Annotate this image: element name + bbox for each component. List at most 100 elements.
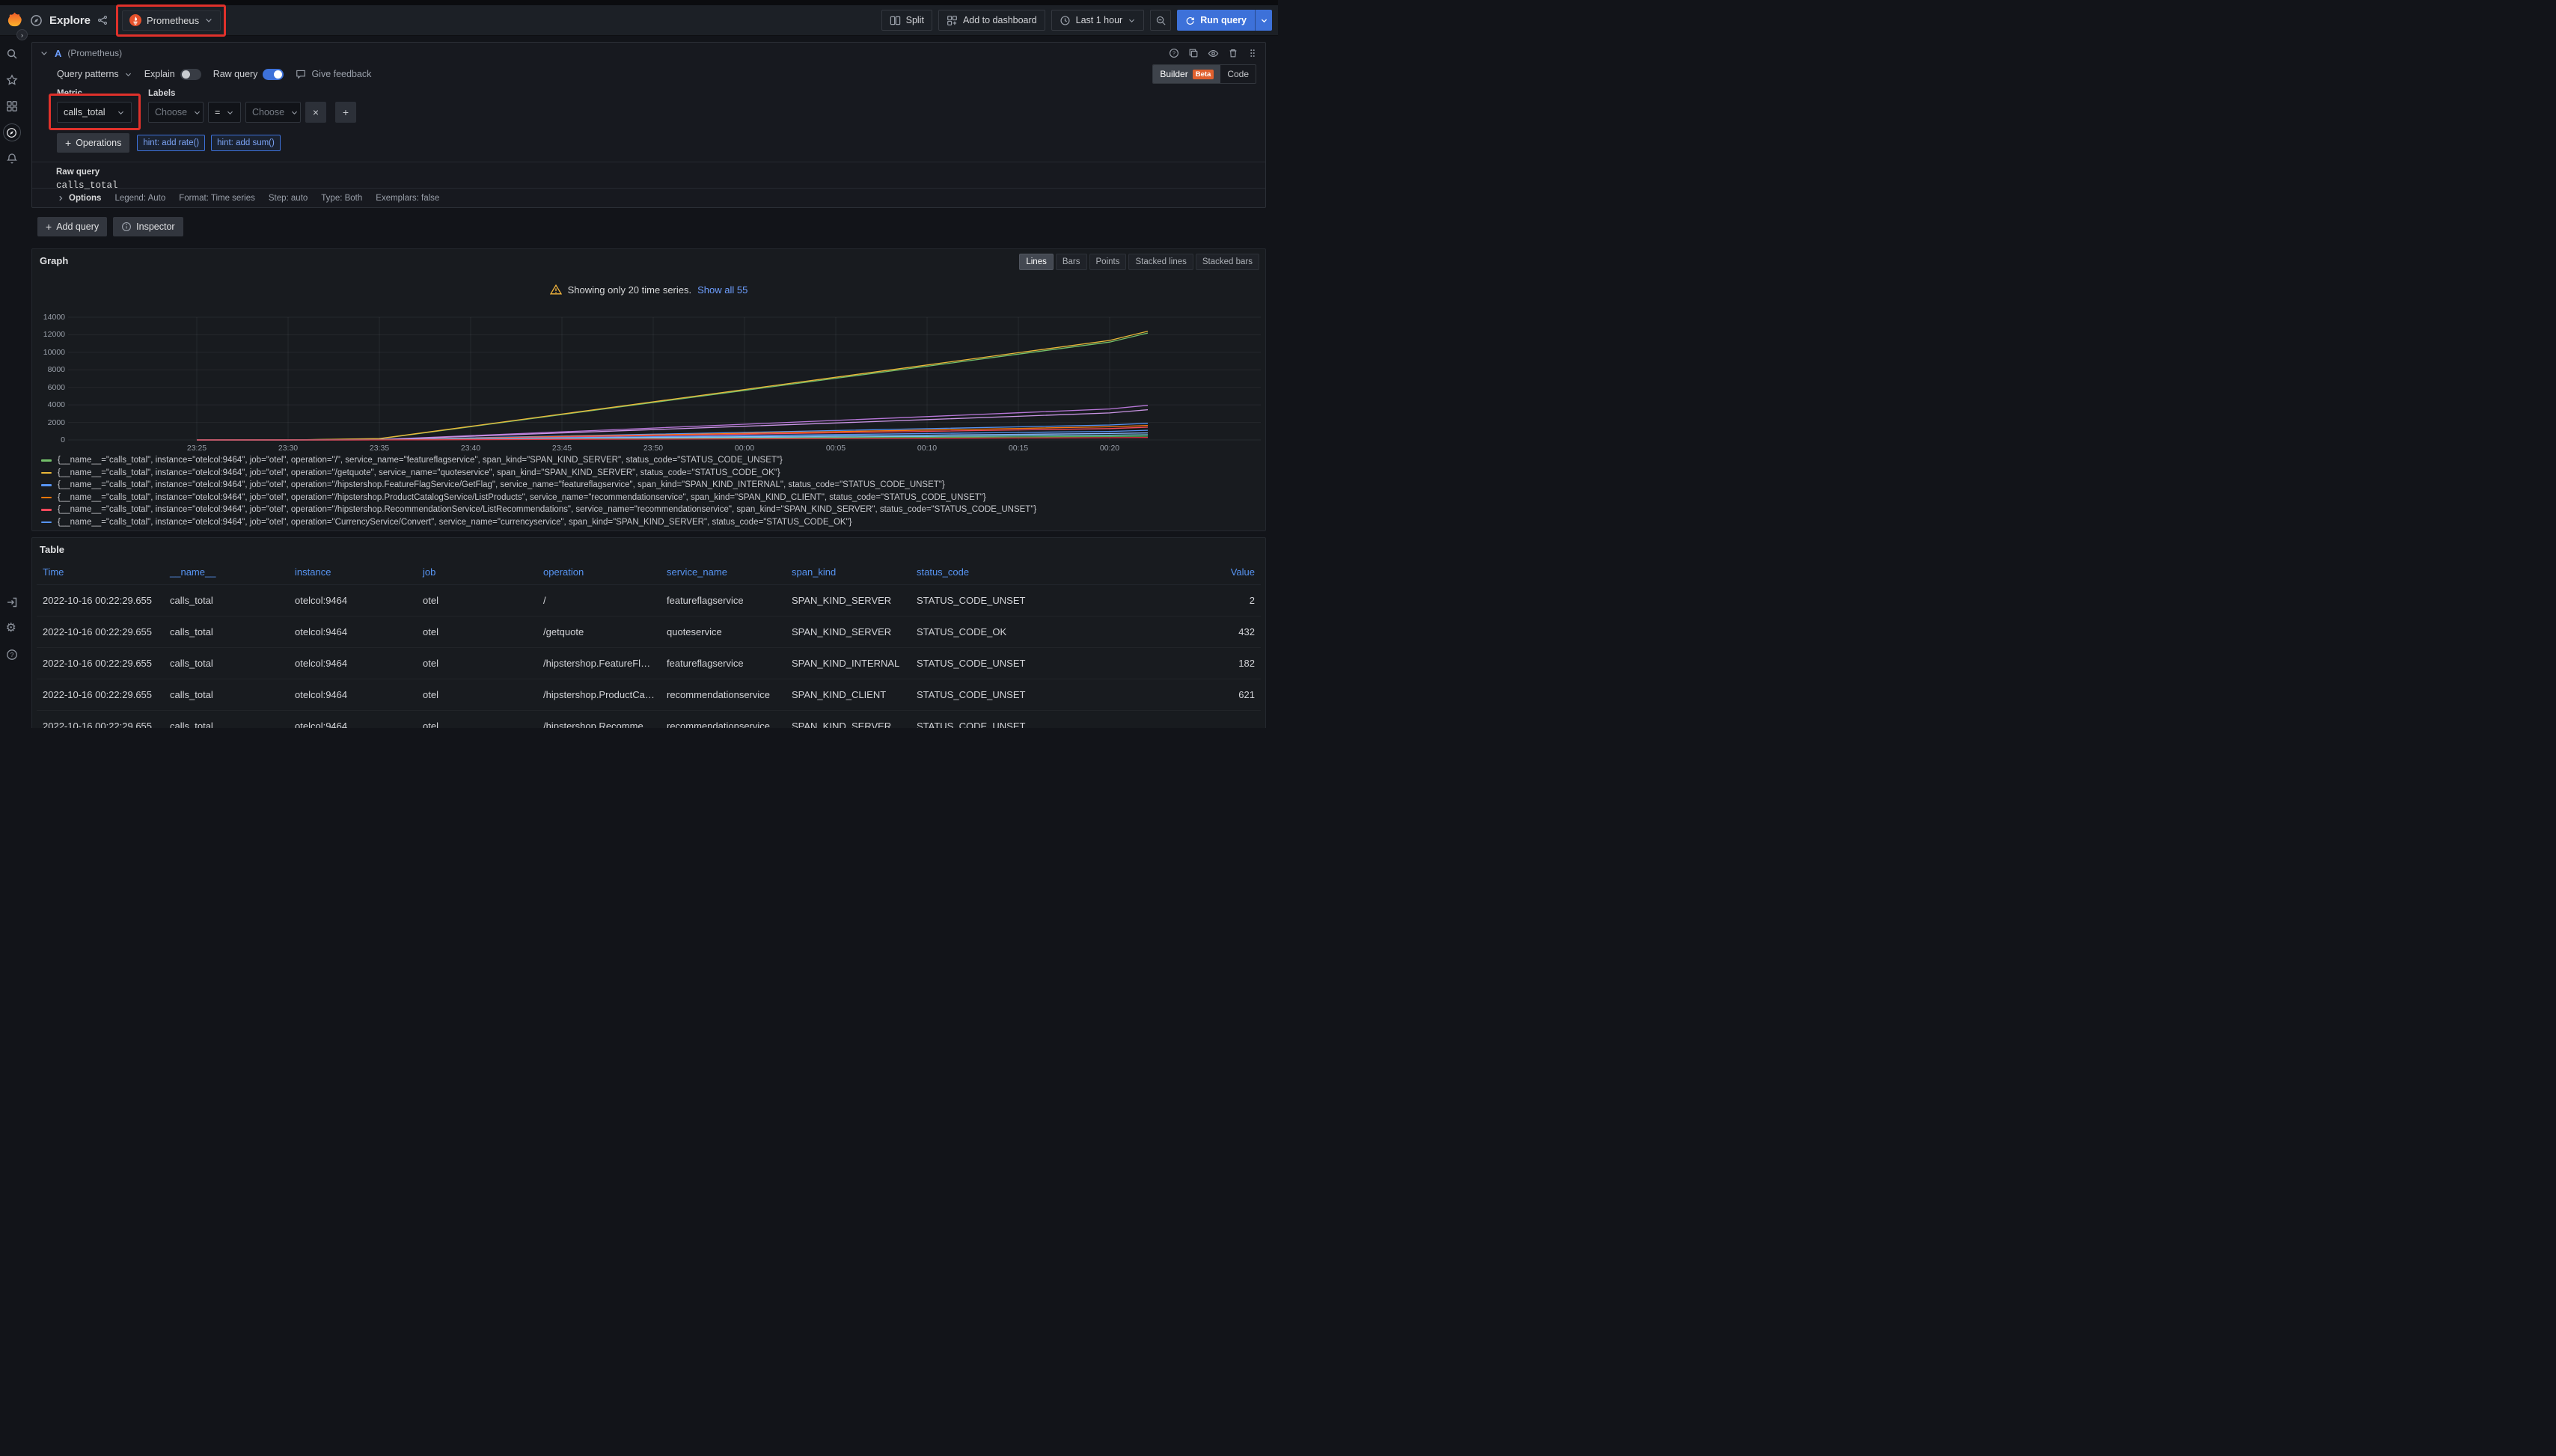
column-header-value[interactable]: Value: [1039, 560, 1261, 584]
table-cell: STATUS_CODE_UNSET: [911, 679, 1039, 710]
time-range-picker[interactable]: Last 1 hour: [1051, 10, 1145, 31]
y-tick-label: 10000: [32, 347, 65, 358]
legend-item[interactable]: {__name__="calls_total", instance="otelc…: [41, 467, 1259, 480]
query-patterns-label: Query patterns: [57, 69, 119, 79]
legend-series-label: {__name__="calls_total", instance="otelc…: [58, 505, 1036, 514]
raw-query-toggle[interactable]: [263, 69, 284, 80]
series-limit-warning: Showing only 20 time series. Show all 55: [32, 284, 1265, 296]
table-cell: 2022-10-16 00:22:29.655: [37, 679, 164, 710]
query-help-icon[interactable]: ?: [1169, 48, 1179, 58]
x-tick-label: 23:35: [357, 444, 402, 453]
table-panel-title: Table: [40, 544, 64, 555]
add-query-button[interactable]: + Add query: [37, 217, 107, 236]
graph-mode-points[interactable]: Points: [1089, 254, 1127, 270]
label-key-select[interactable]: Choose: [148, 102, 204, 123]
chevron-down-icon: [226, 108, 234, 117]
apps-icon[interactable]: [6, 100, 18, 112]
column-header-operation[interactable]: operation: [537, 560, 661, 584]
label-value-select[interactable]: Choose: [245, 102, 301, 123]
query-row-header[interactable]: A (Prometheus) ?: [32, 43, 1265, 64]
legend-item[interactable]: {__name__="calls_total", instance="otelc…: [41, 516, 1259, 529]
column-header-time[interactable]: Time: [37, 560, 164, 584]
datasource-picker[interactable]: Prometheus: [122, 10, 221, 31]
table-row: 2022-10-16 00:22:29.655calls_totalotelco…: [37, 584, 1261, 616]
left-sidebar: ⚙ ?: [0, 36, 23, 728]
y-tick-label: 6000: [32, 382, 65, 393]
legend-item[interactable]: [41, 528, 1259, 530]
code-mode-button[interactable]: Code: [1220, 65, 1256, 83]
legend-item[interactable]: {__name__="calls_total", instance="otelc…: [41, 504, 1259, 516]
add-to-dashboard-button[interactable]: Add to dashboard: [938, 10, 1045, 31]
chevron-down-icon[interactable]: [40, 49, 49, 58]
gear-icon[interactable]: ⚙: [6, 623, 18, 634]
drag-handle-icon[interactable]: [1247, 48, 1258, 58]
table-cell: featureflagservice: [661, 584, 786, 616]
chevron-down-icon: [1128, 16, 1136, 25]
column-header-service-name[interactable]: service_name: [661, 560, 786, 584]
query-builder-fields: Metric calls_total Labels Choose: [32, 89, 1265, 123]
run-query-dropdown[interactable]: [1255, 10, 1272, 31]
warning-text: Showing only 20 time series.: [568, 284, 691, 296]
give-feedback-link[interactable]: Give feedback: [296, 69, 371, 79]
table-row: 2022-10-16 00:22:29.655calls_totalotelco…: [37, 710, 1261, 728]
legend-item[interactable]: {__name__="calls_total", instance="otelc…: [41, 479, 1259, 492]
bell-icon[interactable]: [6, 153, 18, 165]
legend-item[interactable]: {__name__="calls_total", instance="otelc…: [41, 454, 1259, 467]
column-header-span-kind[interactable]: span_kind: [786, 560, 911, 584]
graph-mode-bars[interactable]: Bars: [1056, 254, 1087, 270]
sidebar-expand-button[interactable]: ›: [16, 29, 28, 40]
window-top-strip: [0, 0, 1278, 5]
y-tick-label: 0: [32, 435, 65, 445]
column-header-instance[interactable]: instance: [289, 560, 417, 584]
graph-mode-lines[interactable]: Lines: [1019, 254, 1054, 270]
inspector-button[interactable]: Inspector: [113, 217, 183, 236]
svg-text:?: ?: [1172, 50, 1175, 57]
graph-canvas[interactable]: [68, 313, 1261, 444]
table-cell: STATUS_CODE_UNSET: [911, 584, 1039, 616]
x-tick-label: 23:50: [631, 444, 676, 453]
query-hint-1[interactable]: hint: add sum(): [211, 135, 281, 151]
builder-mode-button[interactable]: Builder Beta: [1153, 65, 1220, 83]
options-collapse-toggle[interactable]: Options: [57, 194, 101, 203]
zoom-out-button[interactable]: [1150, 10, 1171, 31]
help-icon[interactable]: ?: [6, 649, 18, 661]
column-header-status-code[interactable]: status_code: [911, 560, 1039, 584]
sign-in-icon[interactable]: [6, 596, 18, 608]
refresh-icon: [1185, 16, 1195, 25]
graph-mode-buttons: LinesBarsPointsStacked linesStacked bars: [1019, 254, 1259, 270]
remove-label-filter-button[interactable]: ×: [305, 102, 326, 123]
show-all-series-link[interactable]: Show all 55: [697, 284, 747, 296]
query-hint-0[interactable]: hint: add rate(): [137, 135, 205, 151]
explain-toggle[interactable]: [180, 69, 201, 80]
legend-series-color: [41, 497, 52, 499]
add-label-filter-button[interactable]: +: [335, 102, 356, 123]
label-operator-select[interactable]: =: [208, 102, 241, 123]
search-icon[interactable]: [6, 48, 18, 60]
table-cell: 2022-10-16 00:22:29.655: [37, 584, 164, 616]
graph-mode-stacked-lines[interactable]: Stacked lines: [1128, 254, 1193, 270]
star-icon[interactable]: [6, 74, 18, 86]
info-circle-icon: [121, 221, 132, 232]
graph-mode-stacked-bars[interactable]: Stacked bars: [1196, 254, 1259, 270]
split-button[interactable]: Split: [881, 10, 932, 31]
column-header--name-[interactable]: __name__: [164, 560, 289, 584]
remove-query-trash-icon[interactable]: [1228, 48, 1238, 58]
operations-button[interactable]: + Operations: [57, 133, 129, 153]
table-body: 2022-10-16 00:22:29.655calls_totalotelco…: [37, 584, 1261, 728]
metric-field-label: Metric: [57, 89, 132, 98]
share-alt-icon[interactable]: [97, 15, 108, 25]
query-patterns-dropdown[interactable]: Query patterns: [57, 69, 132, 79]
run-query-button[interactable]: Run query: [1177, 10, 1255, 31]
column-header-job[interactable]: job: [417, 560, 537, 584]
table-panel: Table Time__name__instancejoboperationse…: [31, 537, 1266, 728]
duplicate-query-icon[interactable]: [1188, 48, 1199, 58]
metric-select[interactable]: calls_total: [57, 102, 132, 123]
search-minus-icon: [1155, 15, 1167, 26]
x-tick-label: 23:25: [174, 444, 219, 453]
grafana-logo[interactable]: [6, 12, 23, 29]
table-cell: /hipstershop.ProductCatalogService/ListP…: [537, 679, 661, 710]
options-label: Options: [69, 194, 101, 203]
explore-nav-icon[interactable]: [3, 123, 21, 141]
toggle-visibility-eye-icon[interactable]: [1208, 48, 1219, 59]
legend-item[interactable]: {__name__="calls_total", instance="otelc…: [41, 492, 1259, 504]
